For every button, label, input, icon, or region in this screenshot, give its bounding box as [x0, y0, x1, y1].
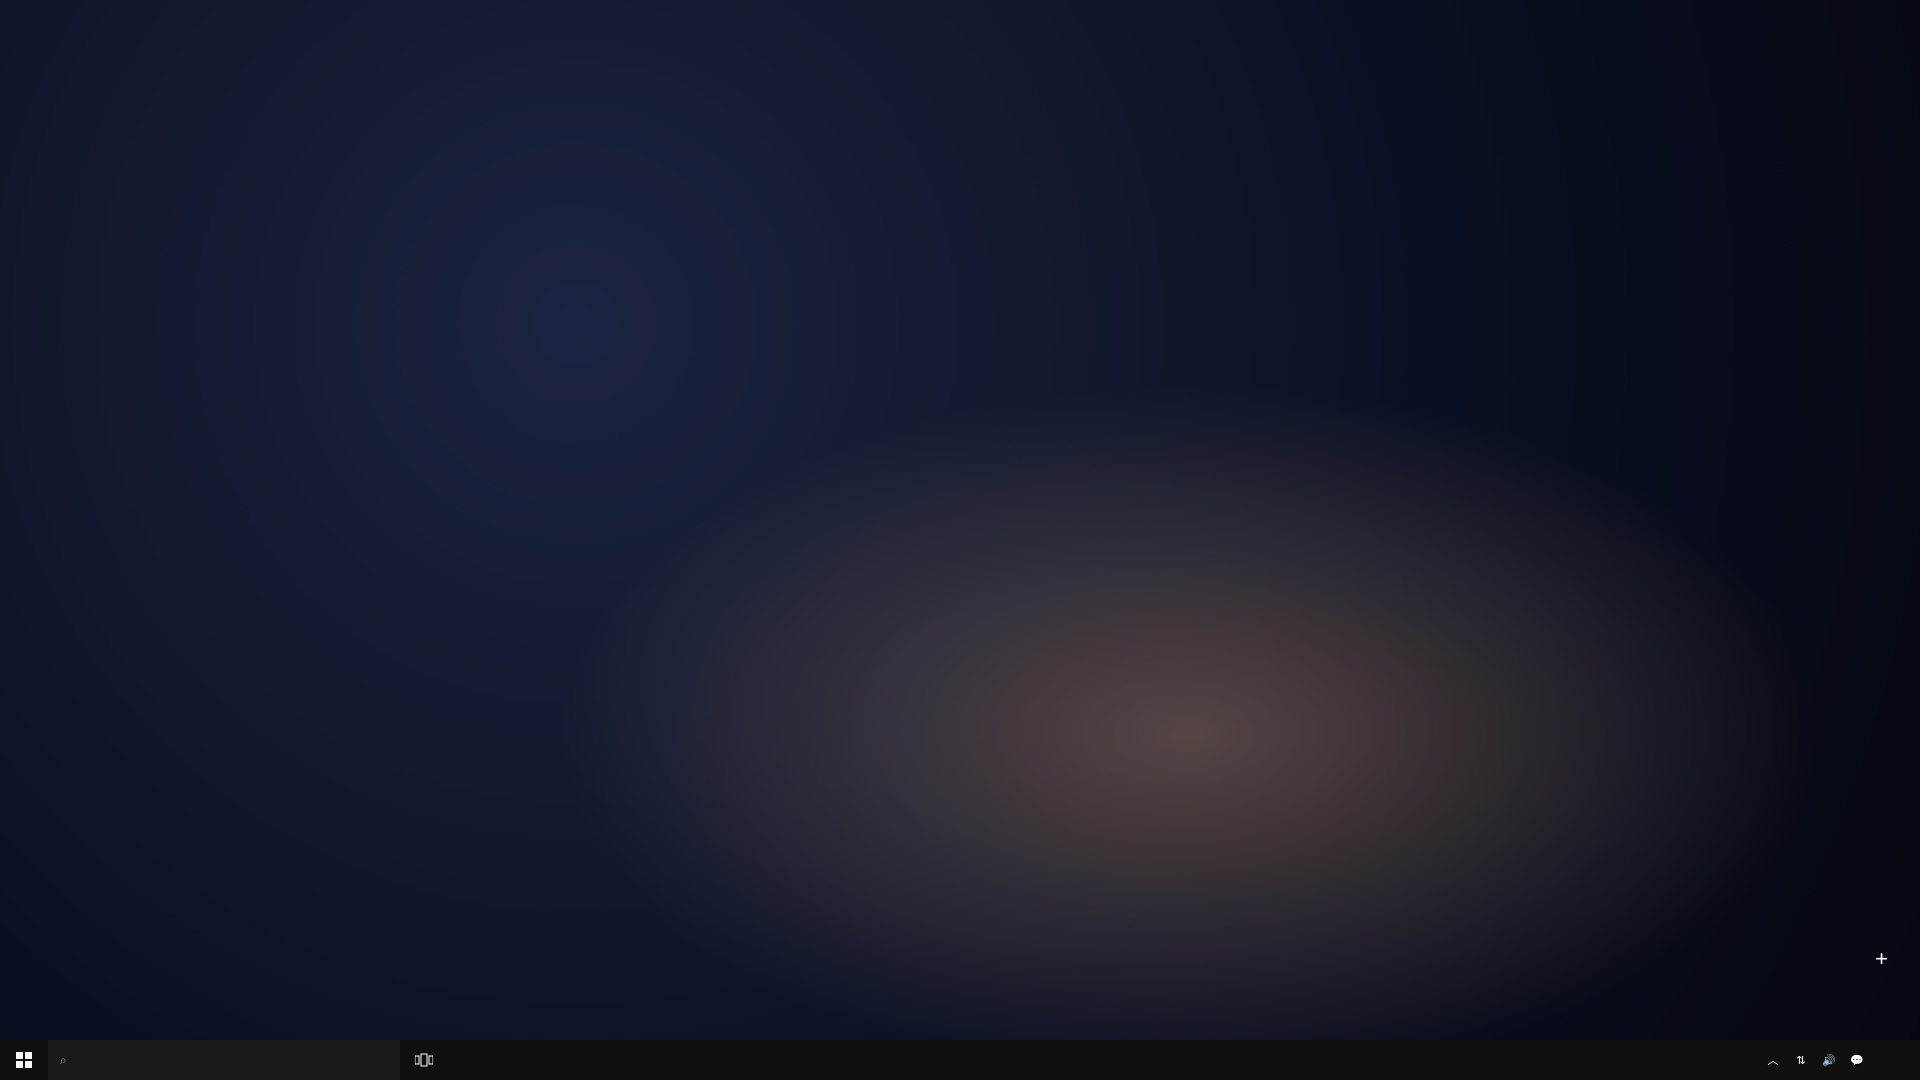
tray-language[interactable] [1872, 1040, 1898, 1080]
task-view-button[interactable] [400, 1040, 448, 1080]
windows-icon [16, 1052, 32, 1068]
plus-icon: + [1875, 948, 1888, 970]
search-icon: ⌕ [60, 1053, 67, 1068]
new-desktop-button[interactable]: + [1875, 948, 1888, 976]
tray-volume-icon[interactable]: 🔊 [1816, 1040, 1842, 1080]
taskbar: ⌕ ︿ ⇅ 🔊 💬 [0, 1040, 1920, 1080]
task-view: + [0, 0, 1920, 1040]
tray-chevron-icon[interactable]: ︿ [1760, 1040, 1786, 1080]
tray-network-icon[interactable]: ⇅ [1788, 1040, 1814, 1080]
tray-notifications-icon[interactable]: 💬 [1844, 1040, 1870, 1080]
start-button[interactable] [0, 1040, 48, 1080]
search-box[interactable]: ⌕ [48, 1040, 400, 1080]
task-view-icon [415, 1053, 433, 1067]
system-tray: ︿ ⇅ 🔊 💬 [1760, 1040, 1920, 1080]
